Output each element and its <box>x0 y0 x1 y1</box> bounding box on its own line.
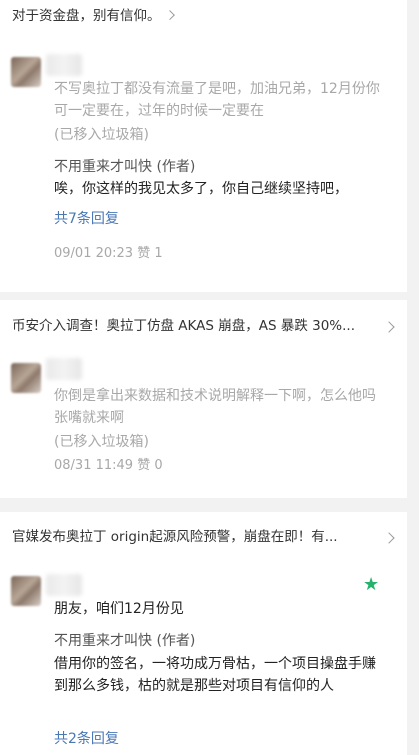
reply-author: 不用重来才叫快 (作者) <box>54 633 196 649</box>
star-icon[interactable]: ★ <box>363 576 381 594</box>
comment-meta: 08/31 11:49 赞 0 <box>54 458 163 473</box>
post-card: 币安介入调查！奥拉丁仿盘 AKAS 崩盘，AS 暴跌 30%... 你倒是拿出来… <box>0 300 407 498</box>
view-replies-link[interactable]: 共7条回复 <box>54 208 119 230</box>
post-title[interactable]: 官媒发布奥拉丁 origin起源风险预警，崩盘在即！有... <box>12 527 383 547</box>
comment-text: 不写奥拉丁都没有流量了是吧，加油兄弟，12月份你可一定要在，过年的时候一定要在 <box>54 81 380 119</box>
comment-meta: 09/01 20:23 赞 1 <box>54 246 163 261</box>
view-replies-link[interactable]: 共2条回复 <box>54 728 119 750</box>
post-card: 对于资金盘，别有信仰。 不写奥拉丁都没有流量了是吧，加油兄弟，12月份你可一定要… <box>0 0 407 292</box>
username-blurred <box>46 574 82 596</box>
status-label: (已移入垃圾箱) <box>54 127 149 143</box>
avatar[interactable] <box>11 57 41 87</box>
post-card: 官媒发布奥拉丁 origin起源风险预警，崩盘在即！有... ★ 朋友，咱们12… <box>0 512 407 755</box>
username-blurred <box>46 54 82 76</box>
reply-text: 借用你的签名，一将功成万骨枯，一个项目操盘手赚到那么多钱，枯的就是那些对项目有信… <box>54 656 376 694</box>
avatar[interactable] <box>11 576 41 606</box>
comment-text: 朋友，咱们12月份见 <box>54 601 184 617</box>
post-title: 对于资金盘，别有信仰。 <box>12 8 161 24</box>
chevron-right-icon[interactable] <box>383 532 395 544</box>
username-blurred <box>46 358 82 380</box>
reply-text: 唉，你这样的我见太多了，你自己继续坚持吧， <box>54 181 348 197</box>
comment-text: 你倒是拿出来数据和技术说明解释一下啊，怎么他吗张嘴就来啊 <box>54 388 376 426</box>
chevron-right-icon[interactable] <box>383 321 395 333</box>
post-title-link[interactable]: 对于资金盘，别有信仰。 <box>12 6 175 26</box>
status-label: (已移入垃圾箱) <box>54 434 149 450</box>
avatar[interactable] <box>11 363 41 393</box>
reply-author: 不用重来才叫快 (作者) <box>54 159 196 175</box>
chevron-right-icon <box>164 10 175 21</box>
scroll-rail <box>407 0 419 755</box>
post-title[interactable]: 币安介入调查！奥拉丁仿盘 AKAS 崩盘，AS 暴跌 30%... <box>12 316 383 336</box>
